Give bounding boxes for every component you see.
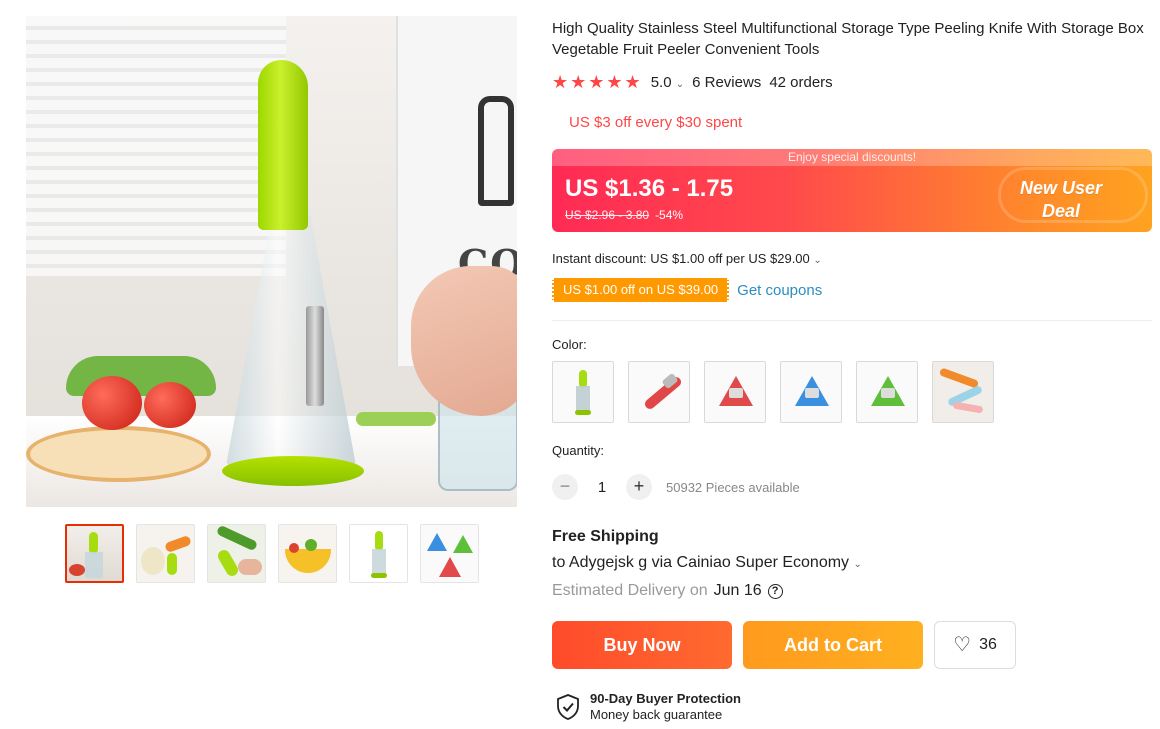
- salad-plate: [26, 426, 211, 482]
- shipping-destination-text: to Adygejsk g via Cainiao Super Economy: [552, 554, 850, 571]
- shield-check-icon: [557, 693, 579, 720]
- thumbnail-1[interactable]: [65, 524, 124, 583]
- estimated-delivery: Estimated Delivery on Jun 16 ?: [552, 582, 783, 600]
- peeler-handle: [258, 60, 308, 230]
- deal-line-2: Deal: [1041, 201, 1080, 221]
- instant-discount[interactable]: Instant discount: US $1.00 off per US $2…: [552, 251, 822, 266]
- swatch-blue-triangle[interactable]: [780, 361, 842, 423]
- wishlist-button[interactable]: ♡ 36: [934, 621, 1016, 669]
- color-swatches: [552, 361, 994, 423]
- new-user-deal: New User Deal: [1020, 177, 1102, 223]
- main-product-image[interactable]: COO: [26, 16, 517, 507]
- increase-quantity-button[interactable]: +: [626, 474, 652, 500]
- deal-line-1: New User: [1019, 178, 1102, 198]
- thumbnail-6[interactable]: [420, 524, 479, 583]
- swatch-green-peeler[interactable]: [552, 361, 614, 423]
- container-base: [222, 456, 364, 486]
- buy-now-button[interactable]: Buy Now: [552, 621, 732, 669]
- swatch-multi-peelers[interactable]: [932, 361, 994, 423]
- delivery-date: Jun 16: [713, 582, 762, 599]
- get-coupons-link[interactable]: Get coupons: [737, 282, 822, 299]
- original-price: US $2.96 - 3.80 -54%: [565, 208, 683, 222]
- wishlist-count: 36: [979, 636, 997, 653]
- hand: [411, 266, 517, 416]
- add-to-cart-button[interactable]: Add to Cart: [743, 621, 923, 669]
- chevron-down-icon: ⌄: [675, 79, 685, 90]
- current-price: US $1.36 - 1.75: [565, 175, 734, 202]
- divider: [552, 320, 1152, 321]
- rating-value[interactable]: 5.0 ⌄: [651, 74, 684, 91]
- thumbnail-2[interactable]: [136, 524, 195, 583]
- quantity-input[interactable]: 1: [592, 479, 612, 496]
- orders-count: 42 orders: [769, 74, 833, 91]
- coupon-tag[interactable]: US $1.00 off on US $39.00: [552, 278, 730, 302]
- chevron-down-icon: ⌄: [813, 255, 822, 266]
- color-label: Color:: [552, 337, 587, 352]
- buyer-protection: 90-Day Buyer Protection Money back guara…: [556, 691, 741, 722]
- rating-row: ★★★★★ 5.0 ⌄ 6 Reviews 42 orders: [552, 72, 833, 93]
- heart-icon: ♡: [953, 634, 972, 656]
- pieces-available: 50932 Pieces available: [666, 479, 800, 495]
- price-banner: Enjoy special discounts! US $1.36 - 1.75…: [552, 149, 1152, 232]
- decrease-quantity-button[interactable]: −: [552, 474, 578, 500]
- protection-title: 90-Day Buyer Protection: [590, 691, 741, 706]
- spatula-print: [478, 96, 514, 206]
- product-title: High Quality Stainless Steel Multifuncti…: [552, 20, 1144, 58]
- tomato: [82, 376, 142, 430]
- quantity-label: Quantity:: [552, 443, 605, 458]
- thumbnail-strip: [65, 524, 479, 583]
- estimated-delivery-label: Estimated Delivery on: [552, 582, 708, 599]
- help-icon[interactable]: ?: [767, 583, 783, 599]
- thumbnail-3[interactable]: [207, 524, 266, 583]
- thumbnail-4[interactable]: [278, 524, 337, 583]
- tomato: [144, 382, 196, 428]
- window-blinds: [26, 16, 286, 276]
- coupon-row: US $1.00 off on US $39.00 Get coupons: [552, 278, 822, 302]
- swatch-green-triangle[interactable]: [856, 361, 918, 423]
- shipping-title: Free Shipping: [552, 528, 659, 545]
- discount-percent: -54%: [655, 208, 684, 222]
- swatch-red-triangle[interactable]: [704, 361, 766, 423]
- instant-discount-text: Instant discount: US $1.00 off per US $2…: [552, 251, 810, 266]
- protection-text: 90-Day Buyer Protection Money back guara…: [590, 691, 741, 722]
- swatch-red-peeler[interactable]: [628, 361, 690, 423]
- thumbnail-5[interactable]: [349, 524, 408, 583]
- rating-value-text: 5.0: [650, 74, 672, 91]
- shipping-destination[interactable]: to Adygejsk g via Cainiao Super Economy …: [552, 554, 862, 572]
- peeler-blade: [306, 306, 324, 406]
- protection-subtitle: Money back guarantee: [590, 707, 723, 722]
- cucumber-slices: [356, 412, 436, 426]
- reviews-link[interactable]: 6 Reviews: [692, 74, 761, 91]
- banner-top-text: Enjoy special discounts!: [552, 149, 1152, 166]
- chevron-down-icon: ⌄: [853, 559, 862, 570]
- star-rating-icon: ★★★★★: [552, 72, 643, 92]
- store-promo[interactable]: US $3 off every $30 spent: [569, 114, 742, 131]
- quantity-stepper: − 1 + 50932 Pieces available: [552, 474, 800, 500]
- old-price: US $2.96 - 3.80: [565, 208, 650, 222]
